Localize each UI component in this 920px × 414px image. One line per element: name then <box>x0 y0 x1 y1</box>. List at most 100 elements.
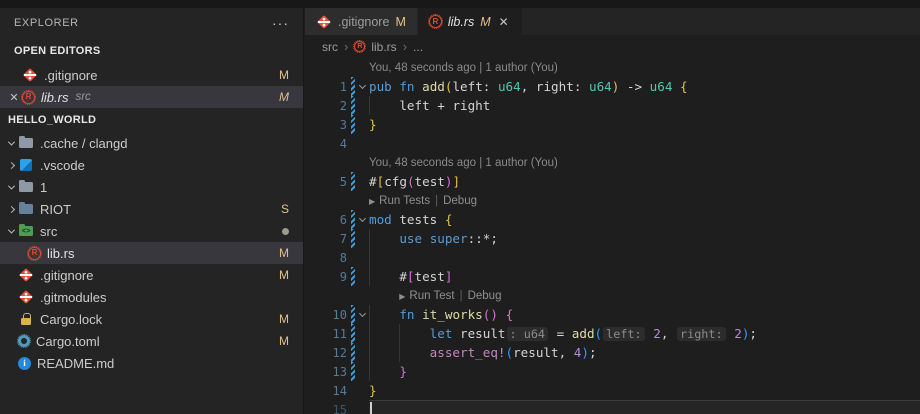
token: ) <box>490 307 498 322</box>
token: { <box>445 212 453 227</box>
code-line-9[interactable]: 9 #[test] <box>305 267 920 286</box>
more-actions-icon[interactable]: ··· <box>272 15 289 31</box>
open-editors-header[interactable]: OPEN EDITORS <box>0 38 303 64</box>
token: 2 <box>653 326 661 341</box>
gutter <box>351 134 356 153</box>
code-line-12[interactable]: 12 assert_eq!(result, 4); <box>305 343 920 362</box>
gutter <box>351 381 356 400</box>
modified-gutter-bar <box>351 362 355 381</box>
breadcrumb-item-[interactable]: ... <box>413 40 423 54</box>
rust-icon: R <box>354 41 365 52</box>
token: left <box>399 98 429 113</box>
token: ) <box>742 326 750 341</box>
info-icon: i <box>18 357 31 370</box>
token: ) <box>581 345 589 360</box>
token: use <box>399 231 422 246</box>
code-line-8[interactable]: 8 <box>305 248 920 267</box>
tree-item-cache-clangd[interactable]: .cache / clangd <box>0 132 303 154</box>
token: pub <box>369 79 392 94</box>
code-line-1[interactable]: 1pub fn add(left: u64, right: u64) -> u6… <box>305 77 920 96</box>
token: ( <box>595 326 603 341</box>
code-line-10[interactable]: 10 fn it_works() { <box>305 305 920 324</box>
codelens-link-run-tests[interactable]: Run Tests <box>379 195 430 207</box>
git-icon <box>316 14 332 30</box>
tree-item-lib-rs[interactable]: Rlib.rsM <box>0 242 303 264</box>
breadcrumb-item-lib-rs[interactable]: lib.rs <box>371 40 396 54</box>
chevron-down-icon[interactable] <box>4 185 18 190</box>
line-number: 1 <box>305 80 351 94</box>
token: ] <box>452 174 460 189</box>
chevron-right-icon[interactable] <box>4 207 18 212</box>
tab-gitignore[interactable]: .gitignoreM <box>305 8 417 35</box>
code-line-7[interactable]: 7 use super::*; <box>305 229 920 248</box>
code-line-11[interactable]: 11 let result: u64 = add(left: 2, right:… <box>305 324 920 343</box>
token: assert_eq! <box>430 345 506 360</box>
editor-area: .gitignoreMRlib.rsM✕ src›Rlib.rs›... You… <box>305 8 920 414</box>
close-icon[interactable]: ✕ <box>6 91 22 104</box>
tree-item-gitmodules[interactable]: .gitmodules <box>0 286 303 308</box>
tree-item-riot[interactable]: RIOT S <box>0 198 303 220</box>
token: left <box>452 79 482 94</box>
chevron-down-icon[interactable] <box>4 141 18 146</box>
vscode-icon <box>18 157 34 173</box>
tree-item-cargo-lock[interactable]: Cargo.lockM <box>0 308 303 330</box>
inlay-hint: left: <box>603 327 645 341</box>
token: result <box>513 345 559 360</box>
code-line-2[interactable]: 2 left + right <box>305 96 920 115</box>
token <box>369 364 399 379</box>
line-number: 11 <box>305 327 351 341</box>
project-header[interactable]: HELLO_WORLD <box>0 108 303 132</box>
submodule-badge: S <box>281 202 289 216</box>
open-editor-gitignore[interactable]: .gitignoreM <box>0 64 303 86</box>
line-content: } <box>369 362 920 381</box>
tree-item-src[interactable]: src <box>0 220 303 242</box>
code-line-4[interactable]: 4 <box>305 134 920 153</box>
codelens-link-run-test[interactable]: Run Test <box>409 290 454 302</box>
tab-lib-rs[interactable]: Rlib.rsM✕ <box>418 8 522 35</box>
modified-gutter-bar <box>351 324 355 343</box>
inlay-hint: right: <box>677 327 726 341</box>
tab-label: lib.rs <box>448 15 474 29</box>
folder-blue-icon <box>18 201 34 217</box>
code-line-5[interactable]: 5#[cfg(test)] <box>305 172 920 191</box>
line-content: use super::*; <box>369 229 920 248</box>
codelens-link-debug[interactable]: Debug <box>443 195 477 207</box>
explorer-title: EXPLORER <box>14 17 79 29</box>
codelens-link-debug[interactable]: Debug <box>468 290 502 302</box>
line-content <box>369 134 920 153</box>
code-line-3[interactable]: 3} <box>305 115 920 134</box>
fold-chevron-icon[interactable] <box>356 314 369 316</box>
file-label: RIOT <box>40 202 71 217</box>
code-view[interactable]: You, 48 seconds ago | 1 author (You) 1 pub… <box>305 58 920 414</box>
tree-item-cargo-toml[interactable]: Cargo.tomlM <box>0 330 303 352</box>
git-icon <box>18 289 34 305</box>
tree-item-readme-md[interactable]: iREADME.md <box>0 352 303 374</box>
token: ( <box>407 174 415 189</box>
token: add <box>422 79 445 94</box>
code-line-6[interactable]: 6mod tests { <box>305 210 920 229</box>
indent-guide <box>369 305 370 324</box>
line-content: #[test] <box>369 267 920 286</box>
code-line-15[interactable]: 15 <box>305 400 920 414</box>
line-content: You, 48 seconds ago | 1 author (You) <box>369 153 920 172</box>
indent-guide <box>399 324 400 343</box>
token: = <box>549 326 572 341</box>
token <box>646 326 654 341</box>
code-line-13[interactable]: 13 } <box>305 362 920 381</box>
close-icon[interactable]: ✕ <box>497 15 511 29</box>
tree-item-1[interactable]: 1 <box>0 176 303 198</box>
fold-chevron-icon[interactable] <box>356 219 369 221</box>
line-number: 4 <box>305 137 351 151</box>
fold-chevron-icon[interactable] <box>356 86 369 88</box>
token: ( <box>483 307 491 322</box>
line-number: 9 <box>305 270 351 284</box>
chevron-down-icon[interactable] <box>4 229 18 234</box>
line-content: #[cfg(test)] <box>369 172 920 191</box>
tree-item-vscode[interactable]: .vscode <box>0 154 303 176</box>
tree-item-gitignore[interactable]: .gitignoreM <box>0 264 303 286</box>
code-line-14[interactable]: 14} <box>305 381 920 400</box>
open-editor-lib-rs[interactable]: ✕Rlib.rssrcM <box>0 86 303 108</box>
chevron-right-icon[interactable] <box>4 163 18 168</box>
line-number: 3 <box>305 118 351 132</box>
breadcrumb-item-src[interactable]: src <box>322 40 338 54</box>
